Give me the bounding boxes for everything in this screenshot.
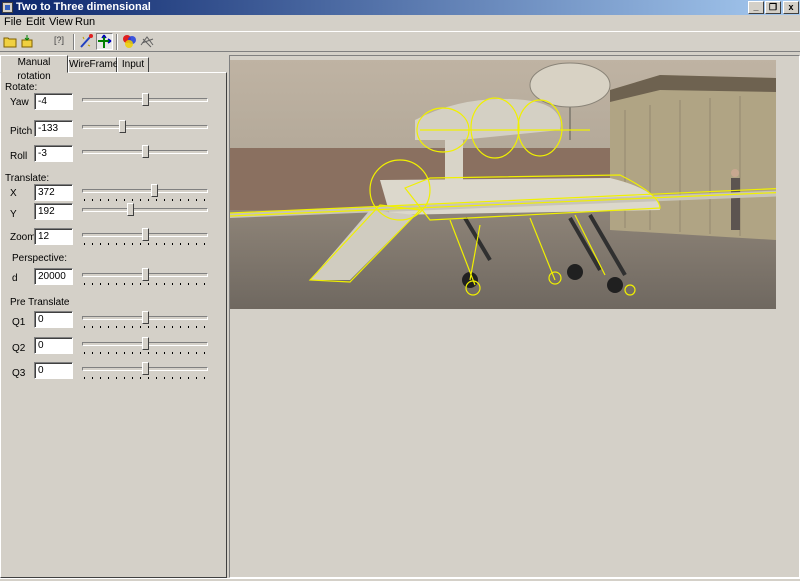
slider-thumb[interactable]	[142, 268, 149, 281]
slider-ticks	[84, 352, 206, 354]
q3-slider[interactable]	[80, 362, 210, 380]
slider-thumb[interactable]	[127, 203, 134, 216]
tab-wireframe[interactable]: WireFrame	[68, 57, 118, 73]
wheel-2	[567, 264, 583, 280]
y-field[interactable]: 192	[34, 203, 73, 220]
pre-translate-section-label: Pre Translate	[10, 297, 70, 308]
menu-bar: File Edit View Run	[0, 15, 800, 29]
slider-thumb[interactable]	[142, 228, 149, 241]
menu-edit[interactable]: Edit	[26, 16, 45, 28]
magic-wand-icon[interactable]	[78, 33, 95, 50]
title-bar: Two to Three dimensional _ ❐ x	[0, 0, 800, 15]
d-label: d	[12, 273, 18, 284]
bracket-icon[interactable]: [?]	[53, 33, 70, 50]
slider-ticks	[84, 283, 206, 285]
slider-thumb[interactable]	[151, 184, 158, 197]
roll-field[interactable]: -3	[34, 145, 73, 162]
yaw-field[interactable]: -4	[34, 93, 73, 110]
slider-ticks	[84, 199, 206, 201]
axes-move-icon[interactable]	[96, 33, 113, 50]
slider-thumb[interactable]	[142, 337, 149, 350]
aircraft-photo	[230, 60, 776, 309]
slider-track[interactable]	[82, 125, 208, 129]
q3-field[interactable]: 0	[34, 362, 73, 379]
slider-ticks	[84, 377, 206, 379]
color-wheel-icon[interactable]	[121, 33, 138, 50]
slider-thumb[interactable]	[142, 311, 149, 324]
zoom-label: Zoom	[10, 232, 36, 243]
menu-file[interactable]: File	[4, 16, 22, 28]
q1-label: Q1	[12, 317, 26, 328]
x-slider[interactable]	[80, 184, 210, 202]
minimize-button[interactable]: _	[748, 1, 764, 14]
bracket-label: [?]	[54, 35, 65, 45]
person	[731, 178, 740, 230]
app-icon[interactable]	[2, 2, 13, 13]
toolbar: [?]	[0, 31, 800, 52]
slider-track[interactable]	[82, 208, 208, 212]
q2-label: Q2	[12, 343, 26, 354]
control-panel: Manual rotation WireFrame Input Rotate: …	[0, 55, 227, 578]
roll-slider[interactable]	[80, 145, 210, 163]
menu-run[interactable]: Run	[75, 16, 95, 28]
manual-rotation-panel: Rotate: Yaw -4 Pitch -133 Roll -3 Transl…	[0, 72, 227, 578]
q1-field[interactable]: 0	[34, 311, 73, 328]
roll-label: Roll	[10, 151, 28, 162]
tab-manual-rotation[interactable]: Manual rotation	[0, 55, 68, 82]
person-head	[731, 169, 739, 177]
x-label: X	[10, 188, 17, 199]
slider-ticks	[84, 326, 206, 328]
close-button[interactable]: x	[783, 1, 799, 14]
zoom-field[interactable]: 12	[34, 228, 73, 245]
wheel-3	[607, 277, 623, 293]
yaw-slider[interactable]	[80, 93, 210, 111]
slider-thumb[interactable]	[142, 362, 149, 375]
d-field[interactable]: 20000	[34, 268, 73, 285]
slider-ticks	[84, 243, 206, 245]
translate-section-label: Translate:	[5, 173, 50, 184]
toolbar-separator-2	[116, 34, 118, 50]
q1-slider[interactable]	[80, 311, 210, 329]
zoom-slider[interactable]	[80, 228, 210, 246]
q2-slider[interactable]	[80, 337, 210, 355]
open-folder-icon[interactable]	[2, 33, 19, 50]
blank-icon[interactable]	[36, 33, 53, 50]
toolbar-separator	[73, 34, 75, 50]
q3-label: Q3	[12, 368, 26, 379]
scene-svg	[230, 60, 776, 309]
perspective-section-label: Perspective:	[12, 253, 68, 264]
render-viewport[interactable]	[229, 55, 800, 578]
slider-thumb[interactable]	[119, 120, 126, 133]
wireframe-icon[interactable]	[139, 33, 156, 50]
hangar	[610, 75, 776, 240]
slider-thumb[interactable]	[142, 145, 149, 158]
d-slider[interactable]	[80, 268, 210, 286]
slider-thumb[interactable]	[142, 93, 149, 106]
pitch-label: Pitch	[10, 126, 33, 137]
pitch-field[interactable]: -133	[34, 120, 73, 137]
tab-input[interactable]: Input	[117, 57, 149, 73]
menu-view[interactable]: View	[49, 16, 73, 28]
load-icon[interactable]	[19, 33, 36, 50]
pitch-slider[interactable]	[80, 120, 210, 138]
q2-field[interactable]: 0	[34, 337, 73, 354]
restore-button[interactable]: ❐	[765, 1, 781, 14]
slider-track[interactable]	[82, 189, 208, 193]
x-field[interactable]: 372	[34, 184, 73, 201]
window-title: Two to Three dimensional	[16, 1, 151, 13]
yaw-label: Yaw	[10, 97, 29, 108]
y-slider[interactable]	[80, 203, 210, 221]
y-label: Y	[10, 209, 17, 220]
